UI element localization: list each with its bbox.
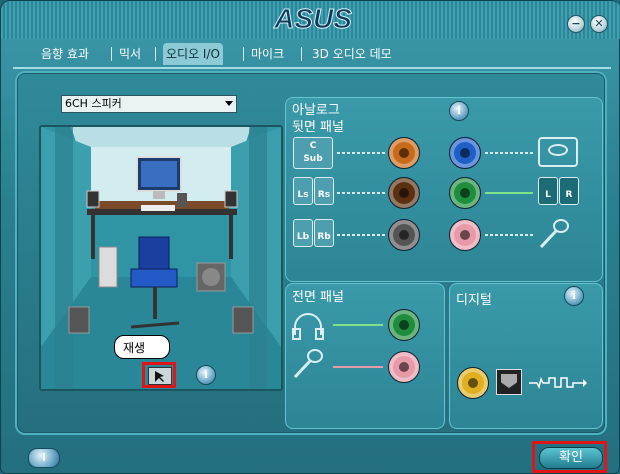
connector-line-active: [485, 192, 533, 194]
ok-highlight: 확인: [532, 441, 607, 473]
front-microphone-icon: [293, 349, 323, 379]
minimize-button[interactable]: −: [567, 15, 585, 33]
front-r-speaker-icon: R: [559, 177, 579, 205]
asus-logo: ASUS: [273, 3, 353, 35]
center-sub-speaker-icon: C Sub: [293, 137, 333, 169]
jack-back-surround[interactable]: [388, 219, 420, 251]
tab-separator: [243, 47, 244, 61]
play-icon: [148, 367, 172, 385]
jack-center-sub[interactable]: [388, 137, 420, 169]
rb-speaker-icon: Rb: [314, 219, 334, 247]
chevron-down-icon: [225, 101, 233, 106]
play-tooltip: 재생: [114, 335, 170, 359]
tab-microphone[interactable]: 마이크: [251, 43, 284, 65]
tab-underline: [13, 67, 611, 69]
close-button[interactable]: ✕: [590, 15, 608, 33]
jack-front-out[interactable]: [449, 177, 481, 209]
connector-line-pink: [333, 366, 383, 368]
center-label: C: [309, 141, 317, 151]
speaker-config-dropdown[interactable]: 6CH 스피커: [61, 95, 237, 113]
jack-line-in[interactable]: [449, 137, 481, 169]
analog-info-icon[interactable]: i: [449, 101, 469, 121]
headphone-icon: [292, 313, 324, 340]
digital-signal-icon: [529, 376, 587, 390]
room-info-icon[interactable]: i: [196, 365, 216, 385]
jack-front-mic[interactable]: [388, 351, 420, 383]
jack-mic-in[interactable]: [449, 219, 481, 251]
jack-coaxial[interactable]: [457, 367, 489, 399]
rs-speaker-icon: Rs: [314, 177, 334, 205]
tab-bar: 음향 효과 믹서 오디오 I/O 마이크 3D 오디오 데모: [31, 41, 591, 67]
connector-line: [337, 192, 385, 194]
tab-separator: [155, 47, 156, 61]
jack-front-headphone[interactable]: [388, 309, 420, 341]
speaker-config-value: 6CH 스피커: [65, 97, 122, 110]
asus-audio-window: ASUS − ✕ 음향 효과 믹서 오디오 I/O 마이크 3D 오디오 데모 …: [0, 0, 620, 474]
digital-title: 디지털: [456, 293, 492, 308]
tab-audio-io[interactable]: 오디오 I/O: [163, 43, 223, 65]
cd-player-icon: [538, 137, 578, 167]
front-l-speaker-icon: L: [538, 177, 558, 205]
rear-panel-label: 뒷면 패널: [292, 120, 344, 135]
ls-speaker-icon: Ls: [293, 177, 313, 205]
optical-port-icon: [496, 369, 522, 395]
connector-line: [337, 234, 385, 236]
connector-line: [485, 152, 533, 154]
digital-info-icon[interactable]: i: [564, 286, 584, 306]
ok-button[interactable]: 확인: [539, 447, 603, 469]
title-bar: ASUS − ✕: [1, 1, 620, 39]
connector-line-active: [333, 324, 383, 326]
lb-speaker-icon: Lb: [293, 219, 313, 247]
tab-mixer[interactable]: 믹서: [119, 43, 141, 65]
connector-line: [485, 234, 533, 236]
microphone-icon: [539, 219, 569, 249]
jack-surround[interactable]: [388, 177, 420, 209]
sub-label: Sub: [303, 154, 323, 164]
tab-3d-audio-demo[interactable]: 3D 오디오 데모: [312, 43, 392, 65]
tab-separator: [111, 47, 112, 61]
svg-text:ASUS: ASUS: [273, 3, 352, 34]
front-panel-title: 전면 패널: [292, 290, 344, 305]
connector-line: [337, 152, 385, 154]
tab-sound-effects[interactable]: 음향 효과: [41, 43, 89, 65]
tab-separator: [301, 47, 302, 61]
play-test-button[interactable]: [142, 362, 176, 388]
help-button[interactable]: i: [28, 448, 60, 468]
